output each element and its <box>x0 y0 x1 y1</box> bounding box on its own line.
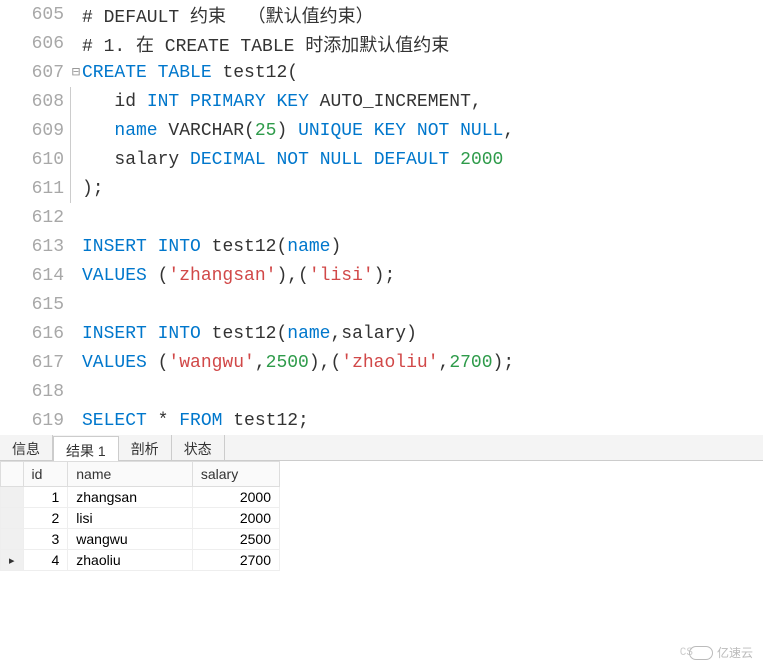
code-line[interactable]: 610 salary DECIMAL NOT NULL DEFAULT 2000 <box>0 145 763 174</box>
line-number: 606 <box>0 34 70 54</box>
cell-salary[interactable]: 2000 <box>192 508 279 529</box>
code-line[interactable]: 606 # 1. 在 CREATE TABLE 时添加默认值约束 <box>0 29 763 58</box>
code-line[interactable]: 616 INSERT INTO test12(name,salary) <box>0 319 763 348</box>
line-number: 614 <box>0 266 70 286</box>
line-number: 610 <box>0 150 70 170</box>
code-line[interactable]: 609 name VARCHAR(25) UNIQUE KEY NOT NULL… <box>0 116 763 145</box>
cell-name[interactable]: zhaoliu <box>68 550 193 571</box>
cell-salary[interactable]: 2700 <box>192 550 279 571</box>
cell-id[interactable]: 3 <box>23 529 68 550</box>
table-row[interactable]: 1zhangsan2000 <box>1 487 280 508</box>
tab-信息[interactable]: 信息 <box>0 435 53 460</box>
code-content[interactable]: CREATE TABLE test12( <box>82 63 763 83</box>
code-content[interactable]: # 1. 在 CREATE TABLE 时添加默认值约束 <box>82 31 763 57</box>
code-line[interactable]: 612 <box>0 203 763 232</box>
line-number: 617 <box>0 353 70 373</box>
line-number: 611 <box>0 179 70 199</box>
cell-id[interactable]: 1 <box>23 487 68 508</box>
row-pointer: ▸ <box>1 550 24 571</box>
table-row[interactable]: ▸4zhaoliu2700 <box>1 550 280 571</box>
fold-marker[interactable]: ⊟ <box>70 64 82 81</box>
code-content[interactable]: INSERT INTO test12(name) <box>82 237 763 257</box>
fold-marker <box>70 145 82 174</box>
line-number: 618 <box>0 382 70 402</box>
code-content[interactable]: id INT PRIMARY KEY AUTO_INCREMENT, <box>82 92 763 112</box>
tab-剖析[interactable]: 剖析 <box>119 435 172 460</box>
table-row[interactable]: 2lisi2000 <box>1 508 280 529</box>
fold-marker <box>70 174 82 203</box>
line-number: 612 <box>0 208 70 228</box>
row-pointer <box>1 508 24 529</box>
code-line[interactable]: 607⊟CREATE TABLE test12( <box>0 58 763 87</box>
column-header-salary[interactable]: salary <box>192 462 279 487</box>
cell-name[interactable]: wangwu <box>68 529 193 550</box>
code-line[interactable]: 618 <box>0 377 763 406</box>
cell-id[interactable]: 2 <box>23 508 68 529</box>
row-pointer <box>1 529 24 550</box>
watermark-text: 亿速云 <box>717 644 753 661</box>
fold-marker <box>70 116 82 145</box>
code-content[interactable]: # DEFAULT 约束 （默认值约束） <box>82 2 763 28</box>
code-content[interactable]: SELECT * FROM test12; <box>82 411 763 431</box>
tab-状态[interactable]: 状态 <box>172 435 225 460</box>
cell-name[interactable]: lisi <box>68 508 193 529</box>
fold-marker <box>70 87 82 116</box>
line-number: 609 <box>0 121 70 141</box>
code-editor[interactable]: 605 # DEFAULT 约束 （默认值约束） 606 # 1. 在 CREATE … <box>0 0 763 435</box>
code-line[interactable]: 613 INSERT INTO test12(name) <box>0 232 763 261</box>
code-line[interactable]: 614 VALUES ('zhangsan'),('lisi'); <box>0 261 763 290</box>
code-content[interactable]: name VARCHAR(25) UNIQUE KEY NOT NULL, <box>82 121 763 141</box>
line-number: 616 <box>0 324 70 344</box>
code-line[interactable]: 605 # DEFAULT 约束 （默认值约束） <box>0 0 763 29</box>
row-pointer <box>1 487 24 508</box>
line-number: 605 <box>0 5 70 25</box>
code-content[interactable]: VALUES ('zhangsan'),('lisi'); <box>82 266 763 286</box>
code-line[interactable]: 611); <box>0 174 763 203</box>
code-content[interactable]: VALUES ('wangwu',2500),('zhaoliu',2700); <box>82 353 763 373</box>
code-line[interactable]: 617 VALUES ('wangwu',2500),('zhaoliu',270… <box>0 348 763 377</box>
line-number: 613 <box>0 237 70 257</box>
watermark: 亿速云 <box>689 644 753 661</box>
column-header-id[interactable]: id <box>23 462 68 487</box>
line-number: 615 <box>0 295 70 315</box>
cell-id[interactable]: 4 <box>23 550 68 571</box>
row-indicator-header <box>1 462 24 487</box>
result-tabs: 信息结果 1剖析状态 <box>0 435 763 461</box>
code-content[interactable]: salary DECIMAL NOT NULL DEFAULT 2000 <box>82 150 763 170</box>
table-row[interactable]: 3wangwu2500 <box>1 529 280 550</box>
line-number: 619 <box>0 411 70 431</box>
code-content[interactable]: INSERT INTO test12(name,salary) <box>82 324 763 344</box>
cell-salary[interactable]: 2500 <box>192 529 279 550</box>
column-header-name[interactable]: name <box>68 462 193 487</box>
code-line[interactable]: 619 SELECT * FROM test12; <box>0 406 763 435</box>
line-number: 608 <box>0 92 70 112</box>
result-table[interactable]: idnamesalary 1zhangsan20002lisi20003wang… <box>0 461 280 571</box>
tab-结果 1[interactable]: 结果 1 <box>53 436 119 461</box>
cell-name[interactable]: zhangsan <box>68 487 193 508</box>
cloud-icon <box>689 646 713 660</box>
code-line[interactable]: 615 <box>0 290 763 319</box>
code-line[interactable]: 608 id INT PRIMARY KEY AUTO_INCREMENT, <box>0 87 763 116</box>
cell-salary[interactable]: 2000 <box>192 487 279 508</box>
line-number: 607 <box>0 63 70 83</box>
code-content[interactable]: ); <box>82 179 763 199</box>
